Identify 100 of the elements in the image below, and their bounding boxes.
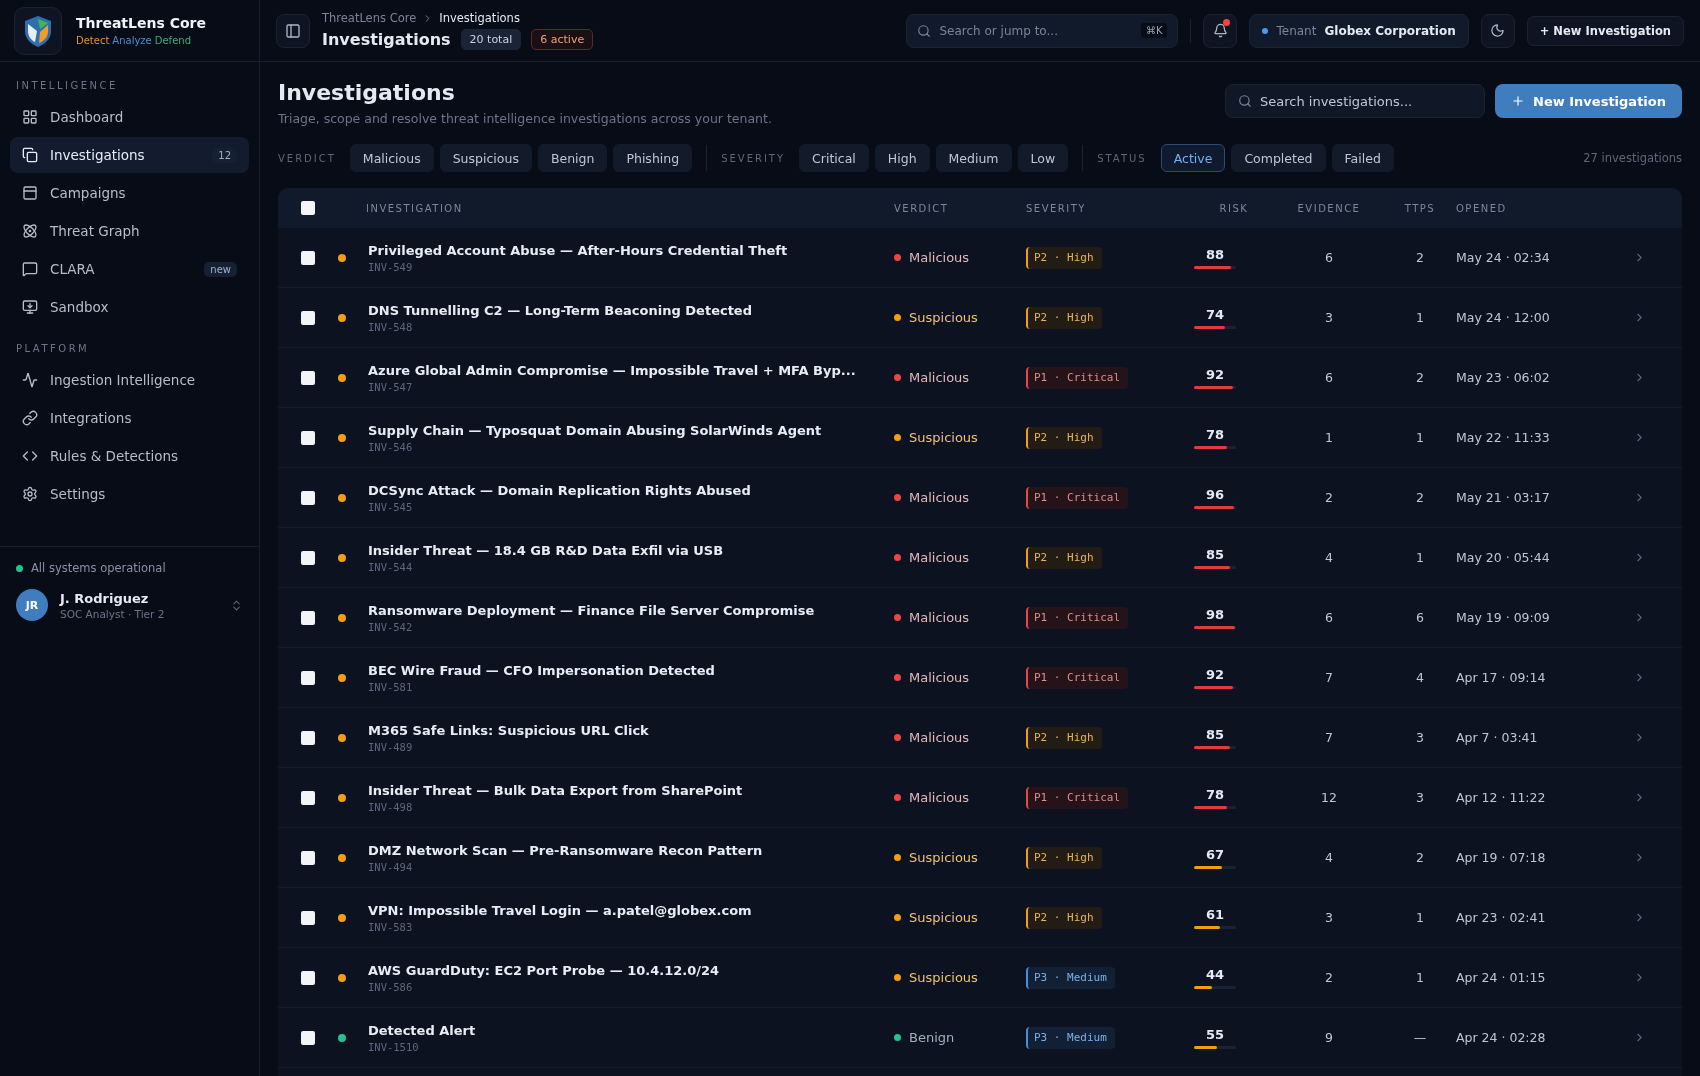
filter-chip[interactable]: Phishing	[613, 144, 693, 172]
filter-chip[interactable]: Completed	[1231, 144, 1326, 172]
evidence-count: 2	[1325, 490, 1333, 505]
sidebar-toggle-button[interactable]	[276, 13, 310, 48]
opened-date: May 20 · 05:44	[1456, 550, 1551, 565]
opened-date: Apr 19 · 07:18	[1456, 850, 1547, 865]
search-field[interactable]: Search investigations...	[1225, 84, 1486, 118]
total-count: 20 total	[460, 29, 522, 50]
risk-score: 67	[1205, 846, 1225, 862]
row-checkbox[interactable]	[301, 610, 315, 625]
investigation-title[interactable]: DMZ Network Scan — Pre-Ransomware Recon Pattern	[368, 842, 763, 858]
row-checkbox[interactable]	[301, 1030, 315, 1045]
investigation-id: INV-547	[368, 380, 414, 393]
row-checkbox[interactable]	[301, 430, 315, 445]
notifications-button[interactable]	[1203, 13, 1238, 48]
tagline-word: Defend	[154, 35, 191, 46]
breadcrumb-link[interactable]: Investigations	[439, 11, 520, 25]
severity-tag: P2 · High	[1026, 246, 1102, 269]
filter-chip[interactable]: Critical	[799, 144, 869, 172]
filter-chip[interactable]: Benign	[537, 144, 608, 172]
investigation-id: INV-581	[368, 680, 414, 693]
page-subtitle: Triage, scope and resolve threat intelligence investigations across your tenant.	[278, 111, 772, 126]
sidebar-item[interactable]: Ingestion Intelligence	[10, 362, 249, 398]
investigation-title[interactable]: Insider Threat — 18.4 GB R&D Data Exfil via USB	[368, 542, 724, 558]
filter-chip[interactable]: Active	[1160, 144, 1226, 172]
investigation-title[interactable]: Ransomware Deployment — Finance File Server Compromise	[368, 602, 815, 618]
sidebar-item[interactable]: Threat Graph	[10, 213, 249, 249]
investigation-id: INV-542	[368, 620, 414, 633]
filter-chip[interactable]: Failed	[1331, 144, 1394, 172]
sidebar-item[interactable]: Integrations	[10, 400, 249, 436]
row-checkbox[interactable]	[301, 550, 315, 565]
verdict-label: Malicious	[894, 730, 1026, 745]
filter-label: VERDICT	[278, 152, 336, 164]
evidence-count: 6	[1325, 370, 1333, 385]
sidebar-item[interactable]: Sandbox	[10, 289, 249, 325]
risk-score: 78	[1205, 786, 1225, 802]
filter-chip[interactable]: Suspicious	[439, 144, 532, 172]
severity-tag: P1 · Critical	[1026, 486, 1129, 509]
severity-tag: P2 · High	[1026, 426, 1102, 449]
sidebar-item[interactable]: Settings	[10, 476, 249, 512]
row-checkbox[interactable]	[301, 910, 315, 925]
section-title: INTELLIGENCE	[15, 80, 119, 93]
investigation-title[interactable]: M365 Safe Links: Suspicious URL Click	[368, 722, 649, 738]
verdict-label: Suspicious	[894, 970, 1026, 985]
sidebar-item[interactable]: CLARA new	[10, 251, 249, 287]
new-investigation-button[interactable]: New Investigation	[1495, 84, 1682, 118]
row-checkbox[interactable]	[301, 370, 315, 385]
search-field[interactable]: Search or jump to... ⌘K	[906, 13, 1179, 48]
investigation-title[interactable]: Supply Chain — Typosquat Domain Abusing SolarWinds Agent	[368, 422, 822, 438]
investigation-title[interactable]: VPN: Impossible Travel Login — a.patel@globex.com	[368, 902, 752, 918]
evidence-count: 3	[1325, 310, 1333, 325]
opened-date: May 22 · 11:33	[1456, 430, 1551, 445]
investigation-title[interactable]: AWS GuardDuty: EC2 Port Probe — 10.4.12.0/24	[368, 962, 720, 978]
ttp-count: 2	[1416, 250, 1424, 265]
count-badge: 12	[212, 147, 237, 163]
atom-icon	[22, 223, 38, 239]
row-checkbox[interactable]	[301, 670, 315, 685]
link-icon	[22, 410, 38, 426]
row-checkbox[interactable]	[301, 850, 315, 865]
investigation-title[interactable]: Privileged Account Abuse — After-Hours Credential Theft	[368, 242, 788, 258]
tenant-selector[interactable]: Tenant Globex Corporation	[1249, 13, 1469, 48]
status-dot	[16, 564, 23, 572]
row-checkbox[interactable]	[301, 790, 315, 805]
row-checkbox[interactable]	[301, 490, 315, 505]
investigation-title[interactable]: Detected Alert	[368, 1022, 476, 1038]
row-checkbox[interactable]	[301, 970, 315, 985]
row-checkbox[interactable]	[301, 730, 315, 745]
ttp-count: 2	[1416, 490, 1424, 505]
investigation-title[interactable]: DCSync Attack — Domain Replication Rights Abused	[368, 482, 751, 498]
sidebar-item[interactable]: Investigations 12	[10, 137, 249, 173]
investigation-title[interactable]: DNS Tunnelling C2 — Long-Term Beaconing Detected	[368, 302, 752, 318]
investigation-title[interactable]: Azure Global Admin Compromise — Impossible Travel + MFA Byp...	[368, 362, 856, 378]
select-all-checkbox[interactable]	[301, 201, 315, 215]
ttp-count: 1	[1416, 910, 1424, 925]
risk-score: 96	[1205, 486, 1225, 502]
row-checkbox[interactable]	[301, 310, 315, 325]
ttp-count: 4	[1416, 670, 1424, 685]
risk-score: 85	[1205, 546, 1225, 562]
sidebar-item[interactable]: Rules & Detections	[10, 438, 249, 474]
new-investigation-button[interactable]: + New Investigation	[1526, 15, 1684, 46]
ttp-count: 3	[1416, 790, 1424, 805]
row-checkbox[interactable]	[301, 250, 315, 265]
investigation-title[interactable]: Insider Threat — Bulk Data Export from SharePoint	[368, 782, 743, 798]
sidebar-item[interactable]: Dashboard	[10, 99, 249, 135]
verdict-label: Malicious	[894, 250, 1026, 265]
filter-chip[interactable]: Malicious	[349, 144, 434, 172]
filter-chip[interactable]: Medium	[935, 144, 1012, 172]
breadcrumb-link[interactable]: ThreatLens Core	[322, 11, 417, 25]
verdict-label: Malicious	[894, 790, 1026, 805]
verdict-label: Malicious	[894, 670, 1026, 685]
sidebar-item[interactable]: Campaigns	[10, 175, 249, 211]
filter-chip[interactable]: High	[874, 144, 930, 172]
filter-chip[interactable]: Low	[1017, 144, 1069, 172]
column-header: TTPS	[1404, 202, 1436, 214]
theme-toggle-button[interactable]	[1480, 13, 1515, 48]
expand-icon[interactable]	[230, 598, 243, 612]
severity-tag: P1 · Critical	[1026, 786, 1129, 809]
risk-score: 85	[1205, 726, 1225, 742]
investigation-title[interactable]: BEC Wire Fraud — CFO Impersonation Detected	[368, 662, 715, 678]
risk-score: 92	[1205, 666, 1225, 682]
